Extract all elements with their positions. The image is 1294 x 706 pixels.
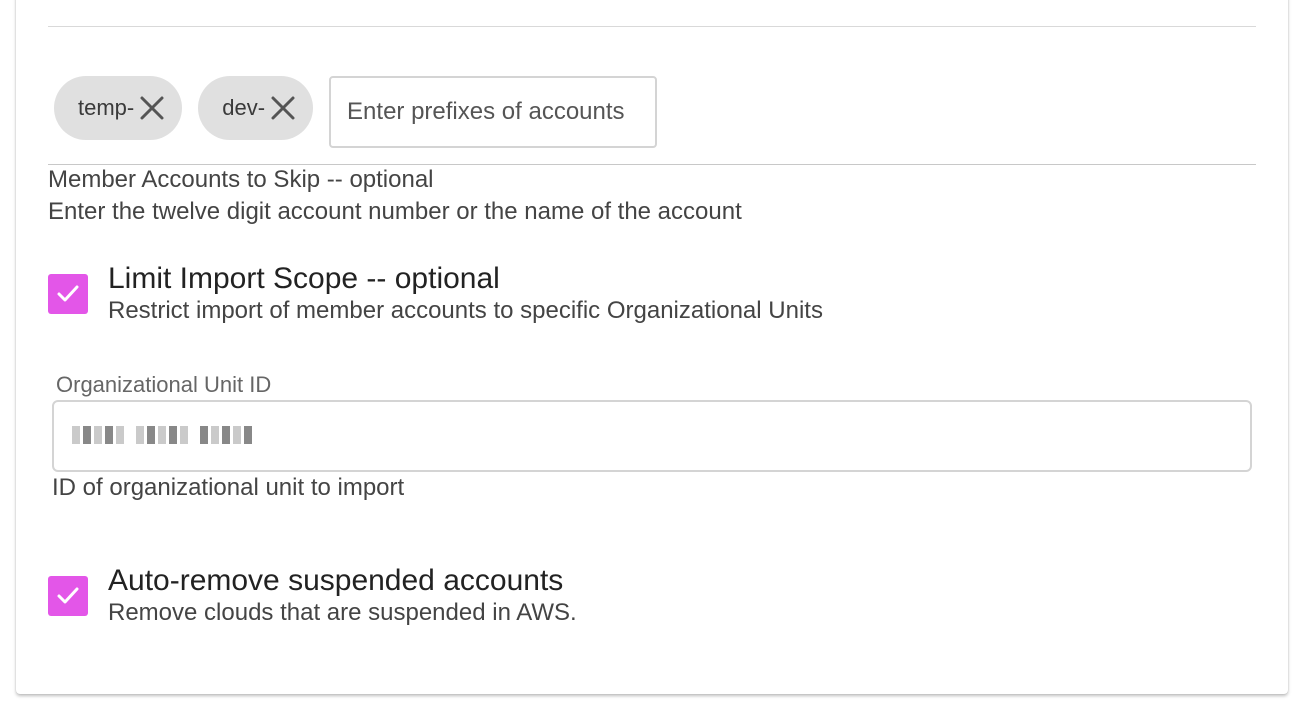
limit-scope-option: Limit Import Scope -- optional Restrict … xyxy=(48,262,823,326)
skip-accounts-help: Enter the twelve digit account number or… xyxy=(48,198,742,225)
chip-label: temp- xyxy=(78,95,135,120)
chip-label: dev- xyxy=(222,95,266,120)
prefix-chip-input: temp- dev- xyxy=(54,76,658,148)
auto-remove-checkbox[interactable] xyxy=(48,576,88,616)
auto-remove-option: Auto-remove suspended accounts Remove cl… xyxy=(48,564,577,628)
prefix-chip-temp: temp- xyxy=(54,76,183,140)
close-icon[interactable] xyxy=(136,92,168,124)
checkmark-icon xyxy=(57,587,79,604)
input-underline xyxy=(48,164,1256,165)
ou-id-label: Organizational Unit ID xyxy=(56,372,272,397)
auto-remove-title: Auto-remove suspended accounts xyxy=(108,564,564,597)
ou-id-input[interactable] xyxy=(52,400,1252,472)
limit-scope-title: Limit Import Scope -- optional xyxy=(108,262,500,295)
redacted-value xyxy=(72,426,252,444)
limit-scope-description: Restrict import of member accounts to sp… xyxy=(108,297,823,324)
divider xyxy=(48,26,1256,27)
checkmark-icon xyxy=(57,285,79,302)
close-icon[interactable] xyxy=(267,92,299,124)
auto-remove-description: Remove clouds that are suspended in AWS. xyxy=(108,599,577,626)
ou-id-help: ID of organizational unit to import xyxy=(52,474,405,501)
prefix-chip-dev: dev- xyxy=(198,76,314,140)
limit-scope-checkbox[interactable] xyxy=(48,274,88,314)
prefix-input[interactable] xyxy=(329,76,658,148)
skip-accounts-label: Member Accounts to Skip -- optional xyxy=(48,166,434,193)
